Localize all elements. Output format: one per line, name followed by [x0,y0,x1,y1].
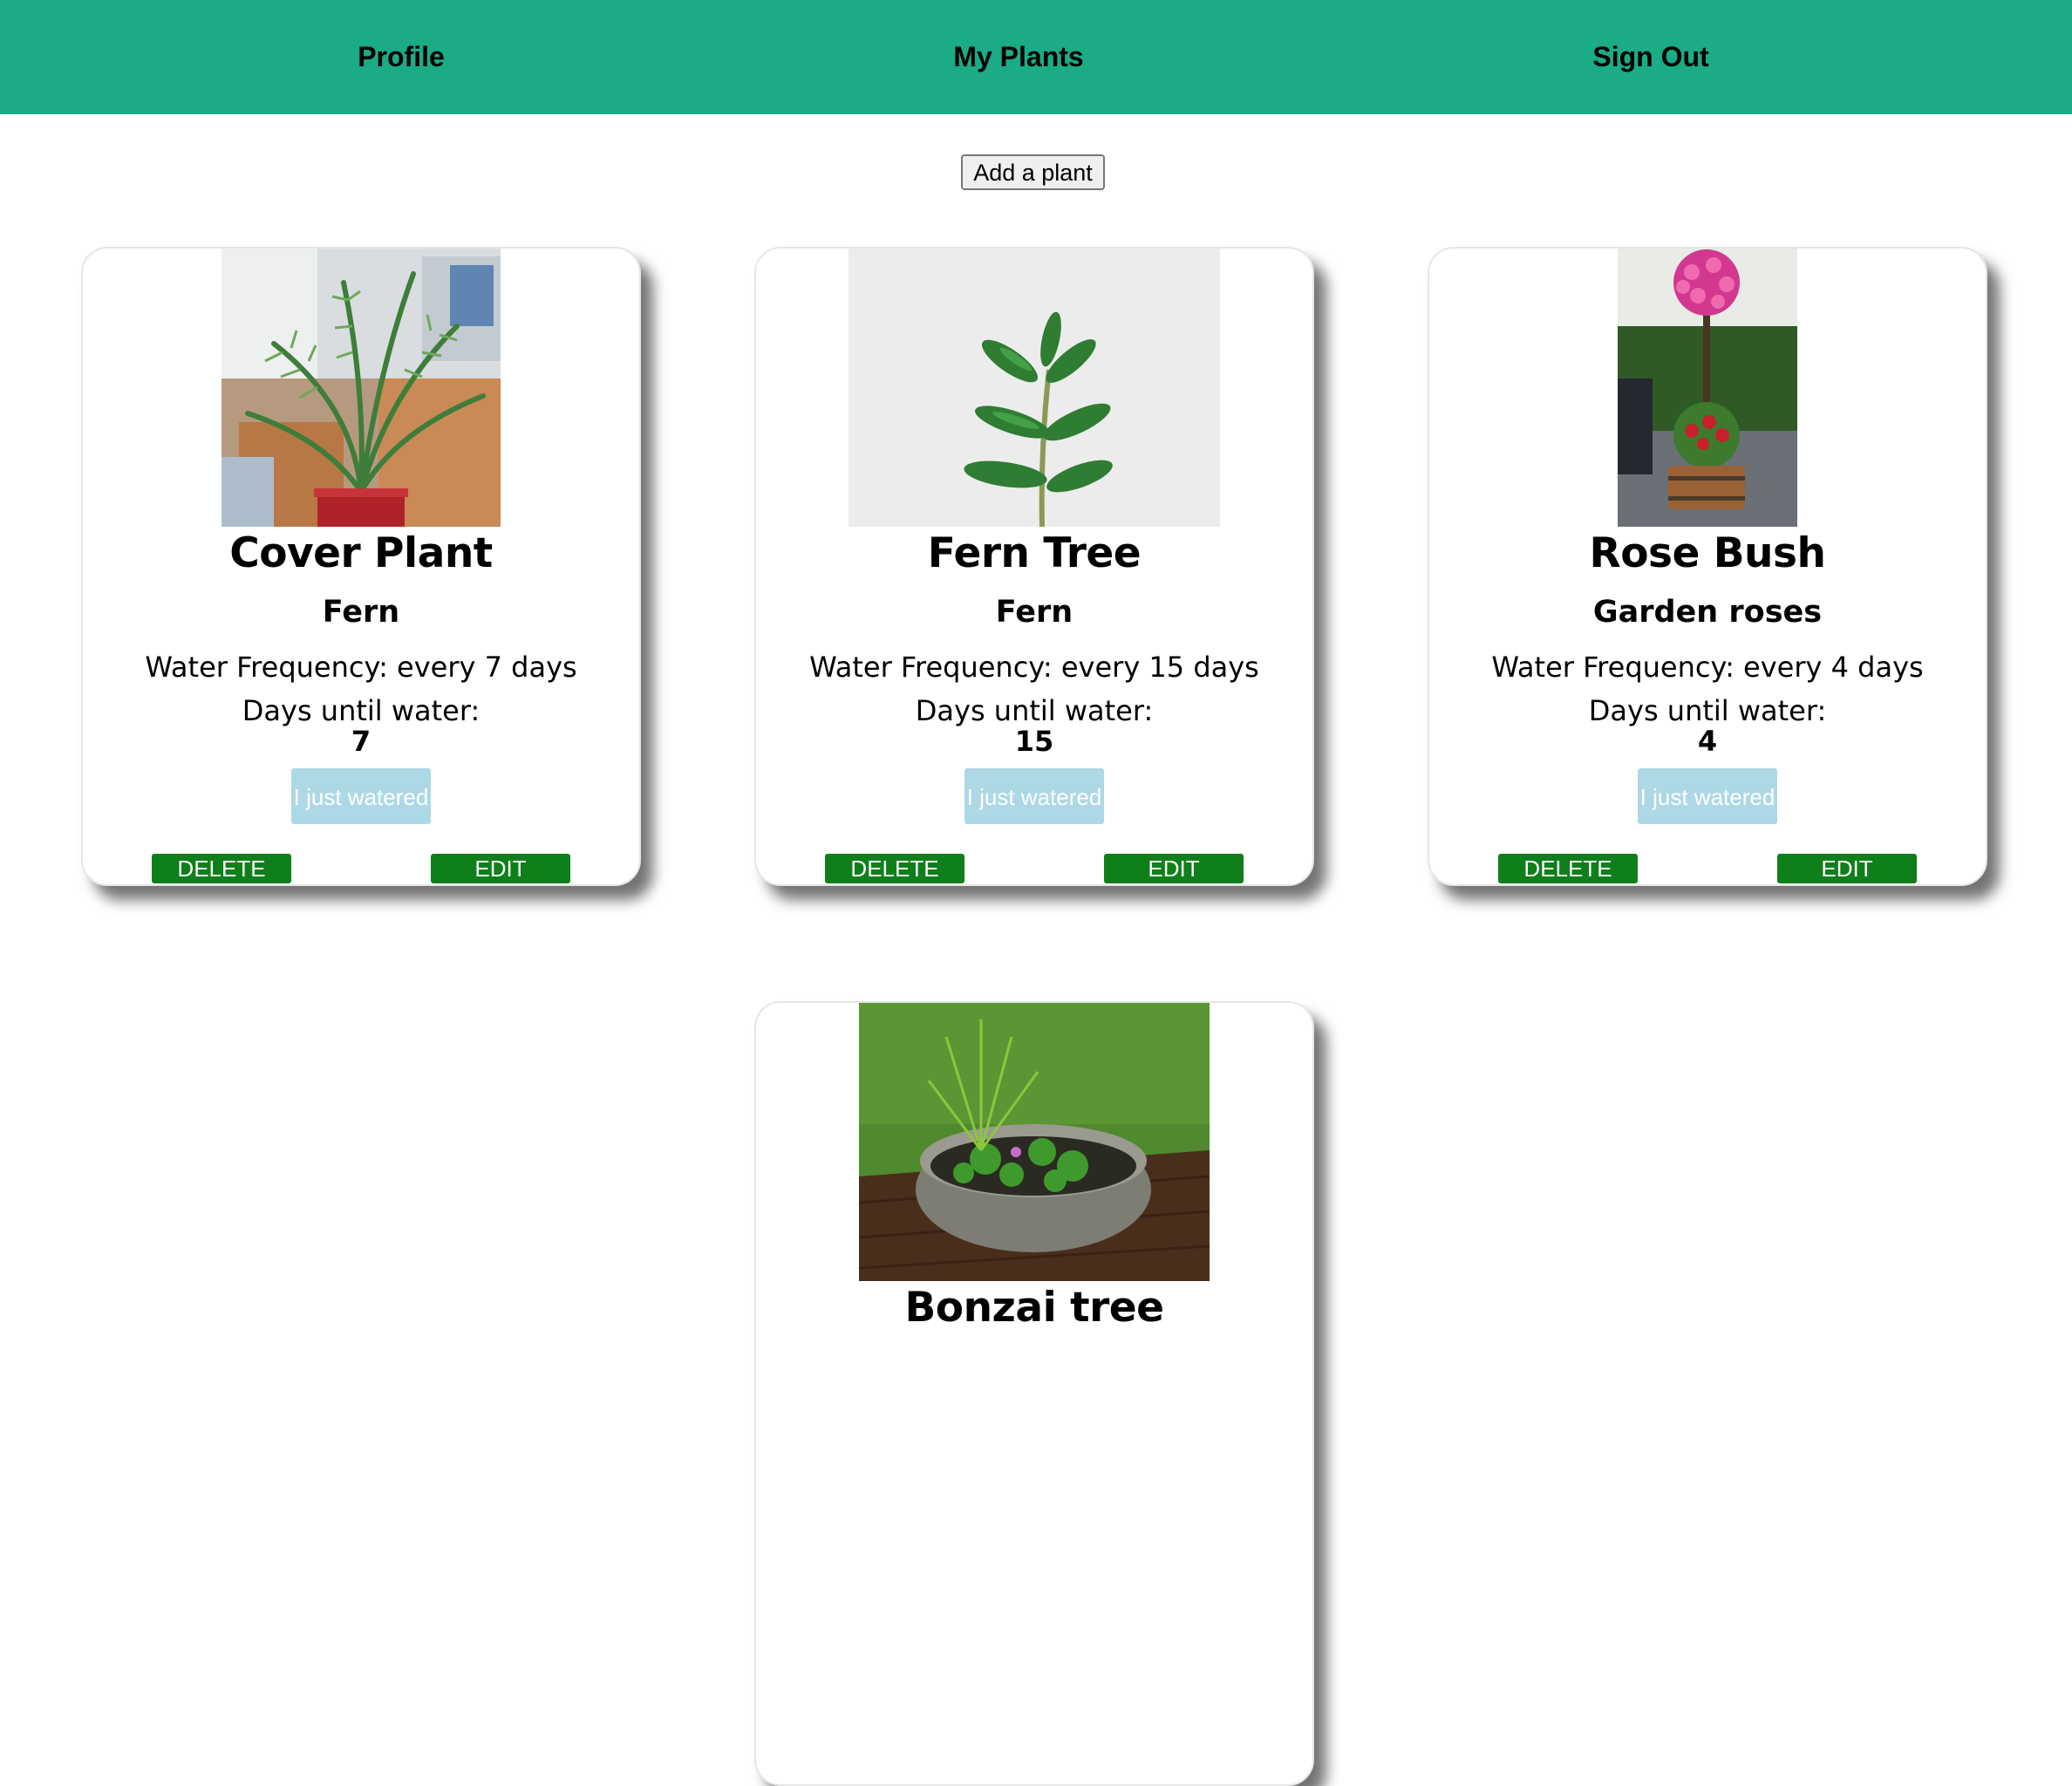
plant-name: Cover Plant [229,529,493,577]
nav-profile-link[interactable]: Profile [358,0,445,114]
plant-card: Rose Bush Garden roses Water Frequency: … [1428,247,1987,886]
days-until-water-value: 15 [1014,725,1054,758]
plant-card: Fern Tree Fern Water Frequency: every 15… [754,247,1314,886]
plant-photo [1618,249,1797,527]
plant-card: Cover Plant Fern Water Frequency: every … [81,247,641,886]
days-until-water-label: Days until water: [1588,694,1827,727]
nav-sign-out-link[interactable]: Sign Out [1592,0,1708,114]
water-frequency: Water Frequency: every 15 days [809,651,1259,684]
plant-name: Rose Bush [1589,529,1826,577]
edit-button[interactable]: EDIT [431,854,570,883]
top-nav: Profile My Plants Sign Out [0,0,2072,114]
water-frequency: Water Frequency: every 4 days [1491,651,1924,684]
plant-species: Fern [322,595,400,630]
plant-photo [222,249,501,527]
days-until-water-label: Days until water: [915,694,1154,727]
just-watered-button[interactable]: I just watered [291,768,431,824]
plant-species: Garden roses [1592,595,1823,630]
add-plant-button[interactable]: Add a plant [961,154,1105,190]
days-until-water-value: 4 [1697,725,1718,758]
edit-button[interactable]: EDIT [1104,854,1244,883]
just-watered-button[interactable]: I just watered [1638,768,1777,824]
plant-species: Fern [995,595,1073,630]
plant-card: Bonzai tree [754,1001,1314,1786]
delete-button[interactable]: DELETE [1498,854,1638,883]
nav-my-plants-link[interactable]: My Plants [953,0,1083,114]
plant-name: Bonzai tree [904,1284,1164,1332]
edit-button[interactable]: EDIT [1777,854,1917,883]
plant-photo [859,1003,1210,1281]
just-watered-button[interactable]: I just watered [964,768,1104,824]
days-until-water-value: 7 [351,725,371,758]
days-until-water-label: Days until water: [242,694,481,727]
plant-name: Fern Tree [927,529,1142,577]
plant-photo [849,249,1220,527]
water-frequency: Water Frequency: every 7 days [145,651,577,684]
delete-button[interactable]: DELETE [825,854,964,883]
delete-button[interactable]: DELETE [152,854,291,883]
